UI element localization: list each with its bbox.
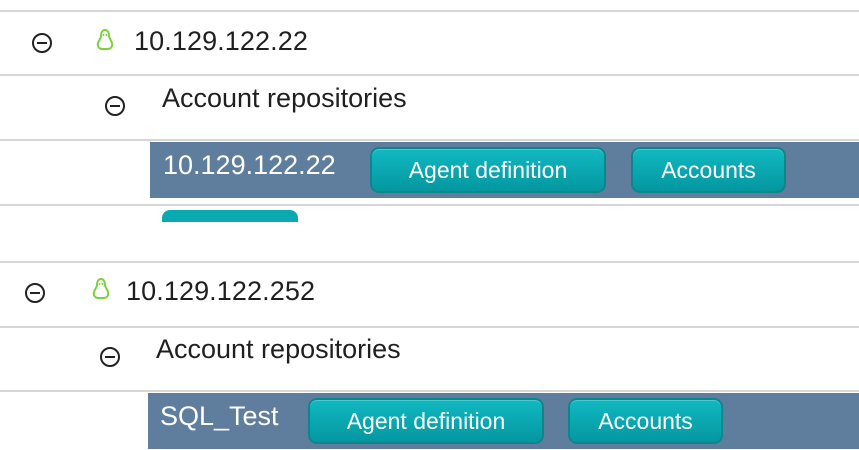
host-ip: 10.129.122.252 [126, 276, 316, 306]
linux-tux-icon [92, 278, 110, 299]
divider [0, 390, 859, 392]
divider [0, 139, 859, 141]
collapse-icon[interactable] [105, 96, 125, 116]
agent-definition-button[interactable]: Agent definition [370, 147, 606, 193]
repo-group-row[interactable]: Account repositories [0, 76, 859, 138]
collapse-icon[interactable] [25, 283, 45, 303]
collapse-icon[interactable] [100, 347, 120, 367]
repo-group-row[interactable]: Account repositories [0, 328, 859, 390]
divider [0, 204, 859, 206]
agent-definition-button[interactable]: Agent definition [308, 398, 544, 444]
accounts-button[interactable]: Accounts [631, 147, 786, 193]
repo-group-label: Account repositories [162, 83, 407, 113]
collapse-icon[interactable] [32, 33, 52, 53]
accounts-button[interactable]: Accounts [568, 398, 723, 444]
host-ip: 10.129.122.22 [134, 26, 308, 56]
host-row[interactable]: 10.129.122.252 [0, 263, 859, 325]
partial-button[interactable] [162, 210, 298, 222]
repo-name: SQL_Test [160, 401, 279, 431]
repo-group-label: Account repositories [156, 334, 401, 364]
linux-tux-icon [96, 29, 114, 50]
repo-name: 10.129.122.22 [163, 150, 336, 180]
repo-item-row[interactable]: SQL_Test Agent definition Accounts [148, 393, 859, 449]
host-row[interactable]: 10.129.122.22 [0, 12, 859, 74]
repo-item-row[interactable]: 10.129.122.22 Agent definition Accounts [150, 142, 859, 198]
